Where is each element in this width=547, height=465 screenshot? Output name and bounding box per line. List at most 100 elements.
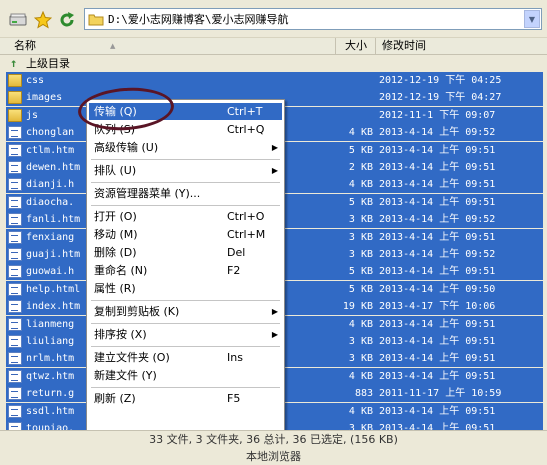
menu-item[interactable]: 打开 (O) Ctrl+O [89,208,282,225]
menu-item[interactable]: 建立文件夹 (O) Ins [89,349,282,366]
menu-item-label: 建立文件夹 (O) [94,351,170,364]
submenu-arrow-icon: ▶ [271,143,278,152]
file-date: 2013-4-14 上午 09:51 [379,179,496,191]
file-date: 2013-4-14 上午 09:52 [379,127,496,139]
file-size: 4 KB [348,318,373,330]
menu-item-label: 移动 (M) [94,228,138,241]
file-name: ctlm.htm [26,144,75,156]
file-name: ssdl.htm [26,405,75,417]
local-browser-window: D:\爱小志网赚博客\爱小志网赚导航 ▼ 名称 ▲ 大小 修改时间 ↑ 上级目录… [0,0,547,465]
menu-item-label: 队列 (S) [94,123,136,136]
menu-separator [91,205,280,206]
menu-item[interactable]: 移动 (M) Ctrl+M [89,226,282,243]
file-date: 2012-11-1 下午 09:07 [379,109,496,121]
menu-item-label: 复制到剪贴板 (K) [94,305,180,318]
file-date: 2013-4-14 上午 09:51 [379,231,496,243]
menu-separator [91,159,280,160]
file-size: 3 KB [348,249,373,260]
file-size: 3 KB [348,214,373,226]
file-date: 2013-4-14 上午 09:52 [379,249,496,260]
menu-item[interactable]: 复制到剪贴板 (K) ▶ [89,303,282,320]
html-file-icon [8,352,22,366]
table-row[interactable]: css 2012-12-19 下午 04:25 [6,72,543,89]
html-file-icon [8,195,22,209]
html-file-icon [8,161,22,174]
file-size: 2 KB [348,162,373,173]
file-date: 2011-11-17 上午 10:59 [379,388,502,400]
html-file-icon [8,335,22,348]
menu-item[interactable]: 排序按 (X) ▶ [89,326,282,343]
menu-item[interactable]: 刷新 (Z) F5 [89,390,282,407]
menu-separator [91,346,280,347]
folder-icon [8,91,22,105]
file-name: liuliang [26,336,75,347]
menu-item[interactable]: 属性 (R) [89,280,282,297]
file-date: 2013-4-14 上午 09:51 [379,144,496,156]
refresh-icon[interactable] [57,10,77,30]
file-date: 2013-4-14 上午 09:51 [379,353,496,365]
menu-item-shortcut: Ctrl+Q [227,123,265,136]
column-name[interactable]: 名称 ▲ [0,38,336,54]
context-menu: 传输 (Q) Ctrl+T 队列 (S) Ctrl+Q 高级传输 (U) ▶ 排队 (U) ▶… [86,99,285,437]
scrollbar[interactable] [543,55,547,430]
file-size: 3 KB [348,336,373,347]
chevron-down-icon[interactable]: ▼ [524,10,540,28]
menu-item-shortcut: Ctrl+M [227,228,266,241]
html-file-icon [8,143,22,157]
menu-item[interactable]: 队列 (S) Ctrl+Q [89,121,282,138]
menu-item-label: 新建文件 (Y) [94,369,157,382]
menu-item[interactable]: 排队 (U) ▶ [89,162,282,179]
file-size: 883 [354,388,373,400]
menu-item-shortcut: Ctrl+O [227,210,265,223]
file-name: js [26,109,39,121]
menu-item[interactable]: 重命名 (N) F2 [89,262,282,279]
column-size[interactable]: 大小 [336,38,376,54]
menu-separator [91,323,280,324]
menu-item-shortcut: Ins [227,351,243,364]
file-size: 5 KB [348,283,373,295]
menu-item[interactable]: 删除 (D) Del [89,244,282,261]
file-name: nrlm.htm [26,353,75,365]
menu-item-label: 属性 (R) [94,282,136,295]
html-file-icon [8,178,22,192]
file-name: diaocha. [26,196,75,208]
menu-separator [91,300,280,301]
drive-icon[interactable] [8,10,28,30]
html-file-icon [8,369,22,383]
html-file-icon [8,265,22,279]
file-name: toupiao. [26,423,75,430]
menu-item[interactable]: 新建文件 (Y) [89,367,282,384]
column-header: 名称 ▲ 大小 修改时间 [0,38,547,55]
file-name: dianji.h [26,179,75,191]
status-location: 本地浏览器 [0,448,547,465]
file-date: 2012-12-19 下午 04:25 [379,75,502,86]
menu-item[interactable]: 高级传输 (U) ▶ [89,139,282,156]
html-file-icon [8,404,22,418]
up-arrow-icon: ↑ [10,56,18,70]
file-name: return.g [26,388,75,400]
status-summary: 33 文件, 3 文件夹, 36 总计, 36 已选定, (156 KB) [0,430,547,448]
menu-item-label: 打开 (O) [94,210,137,223]
parent-dir-label: 上级目录 [26,57,70,70]
folder-icon [88,14,104,25]
menu-item[interactable]: 传输 (Q) Ctrl+T [89,103,282,120]
submenu-arrow-icon: ▶ [271,307,278,316]
file-name: help.html [26,283,81,295]
file-size: 3 KB [348,353,373,365]
menu-item[interactable]: 资源管理器菜单 (Y)... [89,185,282,202]
file-name: guaji.htm [26,249,81,260]
file-size: 19 KB [342,301,373,313]
favorites-star-icon[interactable] [33,10,53,30]
file-date: 2013-4-14 上午 09:51 [379,196,496,208]
file-name: fenxiang [26,231,75,243]
column-modified[interactable]: 修改时间 [376,38,547,54]
folder-icon [8,74,22,87]
path-combobox[interactable]: D:\爱小志网赚博客\爱小志网赚导航 ▼ [84,8,542,30]
file-date: 2013-4-14 上午 09:51 [379,336,496,347]
file-size: 3 KB [348,423,373,430]
file-size: 5 KB [348,144,373,156]
html-file-icon [8,387,22,401]
column-name-label: 名称 [14,39,36,52]
menu-item-label: 删除 (D) [94,246,137,259]
parent-dir-row[interactable]: ↑ 上级目录 [6,55,543,72]
